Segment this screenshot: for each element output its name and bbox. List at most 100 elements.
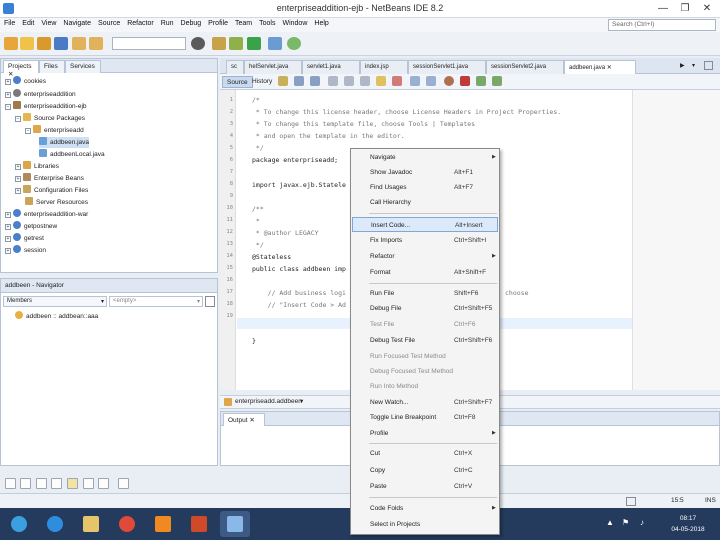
- tab-index-jsp[interactable]: index.jsp: [360, 60, 408, 74]
- filter-fields-icon[interactable]: [5, 478, 16, 489]
- toggle-highlight-icon[interactable]: [376, 76, 386, 86]
- menu-item-run-focused-test[interactable]: Run Focused Test Method: [352, 349, 498, 364]
- uncomment-icon[interactable]: [492, 76, 502, 86]
- tree-item-package[interactable]: − enterpriseadd: [25, 125, 84, 136]
- filter-inherited-icon[interactable]: [51, 478, 62, 489]
- menu-item-fix-imports[interactable]: Fix Imports Ctrl+Shift+I: [352, 233, 498, 248]
- clock[interactable]: 08:17 04-05-2018: [663, 513, 713, 535]
- tab-sessionservlet1[interactable]: sessionServlet1.java: [408, 60, 486, 74]
- filter-nonpublic-icon[interactable]: [36, 478, 47, 489]
- build-hammer-icon[interactable]: [212, 37, 226, 50]
- taskbar-powerpoint[interactable]: [184, 511, 214, 537]
- menu-tools[interactable]: Tools: [255, 18, 278, 27]
- toggle-bookmark-icon[interactable]: [392, 76, 402, 86]
- tree-item-enterpriseaddition-ejb[interactable]: − enterpriseaddition-ejb: [5, 101, 87, 112]
- menu-item-find-usages[interactable]: Find Usages Alt+F7: [352, 180, 498, 195]
- collapse-icon[interactable]: −: [25, 128, 31, 134]
- expand-icon[interactable]: +: [5, 212, 11, 218]
- menu-navigate[interactable]: Navigate: [59, 18, 94, 27]
- tree-item-getpostnew[interactable]: + getpostnew: [5, 221, 57, 232]
- maximize-window-icon[interactable]: [704, 61, 713, 70]
- expand-icon[interactable]: +: [15, 164, 21, 170]
- undo-icon[interactable]: [72, 37, 86, 50]
- expand-icon[interactable]: +: [5, 79, 11, 85]
- menu-view[interactable]: View: [37, 18, 59, 27]
- tab-servlet1[interactable]: servlet1.java: [302, 60, 360, 74]
- save-all-icon[interactable]: [54, 37, 68, 50]
- action-center-icon[interactable]: ⚑: [622, 518, 629, 527]
- menu-item-debug-file[interactable]: Debug File Ctrl+Shift+F5: [352, 301, 498, 316]
- debug-project-icon[interactable]: [268, 37, 282, 50]
- tab-sessionservlet2[interactable]: sessionServlet2.java: [486, 60, 564, 74]
- menu-debug[interactable]: Debug: [177, 18, 205, 27]
- menu-item-run-file[interactable]: Run File Shift+F6: [352, 286, 498, 301]
- menu-item-select-in-projects[interactable]: Select in Projects: [352, 517, 498, 532]
- comment-icon[interactable]: [476, 76, 486, 86]
- tree-item-addbeen-java[interactable]: addbeen.java: [39, 137, 90, 148]
- javadoc-toggle-icon[interactable]: [118, 478, 129, 489]
- expand-icon[interactable]: +: [5, 248, 11, 254]
- menu-window[interactable]: Window: [278, 18, 310, 27]
- taskbar-chrome[interactable]: [112, 511, 142, 537]
- profile-project-icon[interactable]: [287, 37, 301, 50]
- expand-icon[interactable]: +: [5, 92, 11, 98]
- history-tab[interactable]: History: [248, 76, 276, 88]
- fqn-toggle-icon[interactable]: [98, 478, 109, 489]
- menu-item-debug-focused-test[interactable]: Debug Focused Test Method: [352, 364, 498, 379]
- expand-icon[interactable]: +: [5, 224, 11, 230]
- editor-vertical-scrollbar[interactable]: [632, 90, 720, 390]
- tree-item-cookies[interactable]: + cookies: [5, 76, 46, 87]
- tab-output[interactable]: Output ✕: [223, 413, 265, 426]
- collapse-icon[interactable]: −: [5, 104, 11, 110]
- taskbar-explorer[interactable]: [76, 511, 106, 537]
- menu-item-paste[interactable]: Paste Ctrl+V: [352, 479, 498, 494]
- configuration-select[interactable]: [112, 37, 186, 50]
- find-selection-icon[interactable]: [328, 76, 338, 86]
- tab-projects[interactable]: Projects ✕: [3, 60, 39, 78]
- collapse-icon[interactable]: −: [15, 116, 21, 122]
- expand-icon[interactable]: +: [5, 236, 11, 242]
- minimize-button[interactable]: —: [652, 1, 674, 16]
- menu-file[interactable]: File: [0, 18, 18, 27]
- start-macro-icon[interactable]: [444, 76, 454, 86]
- tab-sc[interactable]: sc: [226, 60, 244, 74]
- close-window-button[interactable]: ✕: [696, 1, 718, 16]
- tree-item-enterpriseaddition[interactable]: + enterpriseaddition: [5, 89, 76, 100]
- menu-item-debug-test-file[interactable]: Debug Test File Ctrl+Shift+F6: [352, 333, 498, 348]
- scroll-tabs-right-icon[interactable]: ▶: [680, 62, 685, 69]
- menu-item-test-file[interactable]: Test File Ctrl+F6: [352, 317, 498, 332]
- forward-icon[interactable]: [310, 76, 320, 86]
- breadcrumb-label[interactable]: enterpriseadd.addbeen: [235, 398, 302, 405]
- expand-icon[interactable]: +: [15, 188, 21, 194]
- tab-services[interactable]: Services: [65, 60, 101, 73]
- sort-by-source-icon[interactable]: [83, 478, 94, 489]
- last-edit-icon[interactable]: [278, 76, 288, 86]
- expand-icon[interactable]: +: [15, 176, 21, 182]
- close-icon[interactable]: ✕: [607, 65, 612, 71]
- menu-help[interactable]: Help: [310, 18, 331, 27]
- tree-item-enterprise-beans[interactable]: + Enterprise Beans: [15, 173, 84, 184]
- menu-item-call-hierarchy[interactable]: Call Hierarchy: [352, 195, 498, 210]
- navigator-options-icon[interactable]: [205, 296, 215, 307]
- taskbar-ie[interactable]: [40, 511, 70, 537]
- taskbar-vlc[interactable]: [148, 511, 178, 537]
- clean-build-icon[interactable]: [229, 37, 243, 50]
- menu-profile[interactable]: Profile: [204, 18, 231, 27]
- tree-item-addbeenlocal-java[interactable]: addbeenLocal.java: [39, 149, 105, 160]
- open-project-icon[interactable]: [37, 37, 51, 50]
- sort-by-name-icon[interactable]: [67, 478, 78, 489]
- menu-item-navigate[interactable]: Navigate ▶: [352, 150, 498, 165]
- globe-icon[interactable]: [191, 37, 205, 50]
- taskbar-netbeans[interactable]: [220, 511, 250, 537]
- menu-item-profile[interactable]: Profile ▶: [352, 426, 498, 441]
- menu-item-run-into-method[interactable]: Run Into Method: [352, 379, 498, 394]
- new-project-icon[interactable]: [4, 37, 18, 50]
- redo-icon[interactable]: [89, 37, 103, 50]
- chevron-down-icon[interactable]: ▾: [300, 397, 303, 405]
- members-select[interactable]: Members ▾: [3, 296, 107, 307]
- run-project-icon[interactable]: [247, 37, 261, 50]
- tab-addbeen-java[interactable]: addbeen.java ✕: [564, 60, 636, 74]
- find-previous-icon[interactable]: [344, 76, 354, 86]
- menu-team[interactable]: Team: [231, 18, 255, 27]
- navigator-filter-select[interactable]: <empty> ▾: [109, 296, 203, 307]
